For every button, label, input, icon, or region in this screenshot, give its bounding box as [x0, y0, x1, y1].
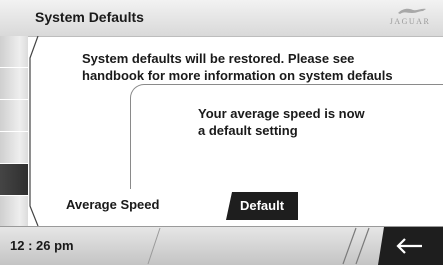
restore-message: System defaults will be restored. Please…: [82, 50, 427, 84]
confirmation-popup: Your average speed is now a default sett…: [130, 84, 443, 189]
popup-line1: Your average speed is now: [198, 106, 365, 121]
side-tab-6[interactable]: [0, 196, 28, 226]
side-tab-1[interactable]: [0, 36, 28, 67]
header-bar: System Defaults JAGUAR: [0, 0, 443, 37]
average-speed-label: Average Speed: [66, 197, 160, 212]
side-tab-4[interactable]: [0, 132, 28, 163]
content-edge-divider: [29, 36, 39, 226]
footer-bar: 12 : 26 pm: [0, 226, 443, 265]
default-button[interactable]: Default: [226, 192, 298, 220]
leaper-logo-icon: [398, 8, 426, 14]
logo-wordmark: JAGUAR: [389, 17, 431, 26]
restore-message-line1: System defaults will be restored. Please…: [82, 51, 355, 66]
popup-line2: a default setting: [198, 123, 298, 138]
side-tab-2[interactable]: [0, 68, 28, 99]
default-button-label: Default: [239, 198, 285, 213]
jaguar-logo: JAGUAR: [387, 6, 433, 30]
screen: System Defaults JAGUAR System defaults w…: [0, 0, 443, 265]
side-tab-5[interactable]: [0, 164, 28, 195]
clock: 12 : 26 pm: [10, 238, 74, 253]
side-tab-3[interactable]: [0, 100, 28, 131]
restore-message-line2: handbook for more information on system …: [82, 68, 393, 83]
page-title: System Defaults: [35, 9, 144, 25]
back-button[interactable]: [378, 227, 443, 265]
popup-message: Your average speed is now a default sett…: [198, 105, 365, 139]
